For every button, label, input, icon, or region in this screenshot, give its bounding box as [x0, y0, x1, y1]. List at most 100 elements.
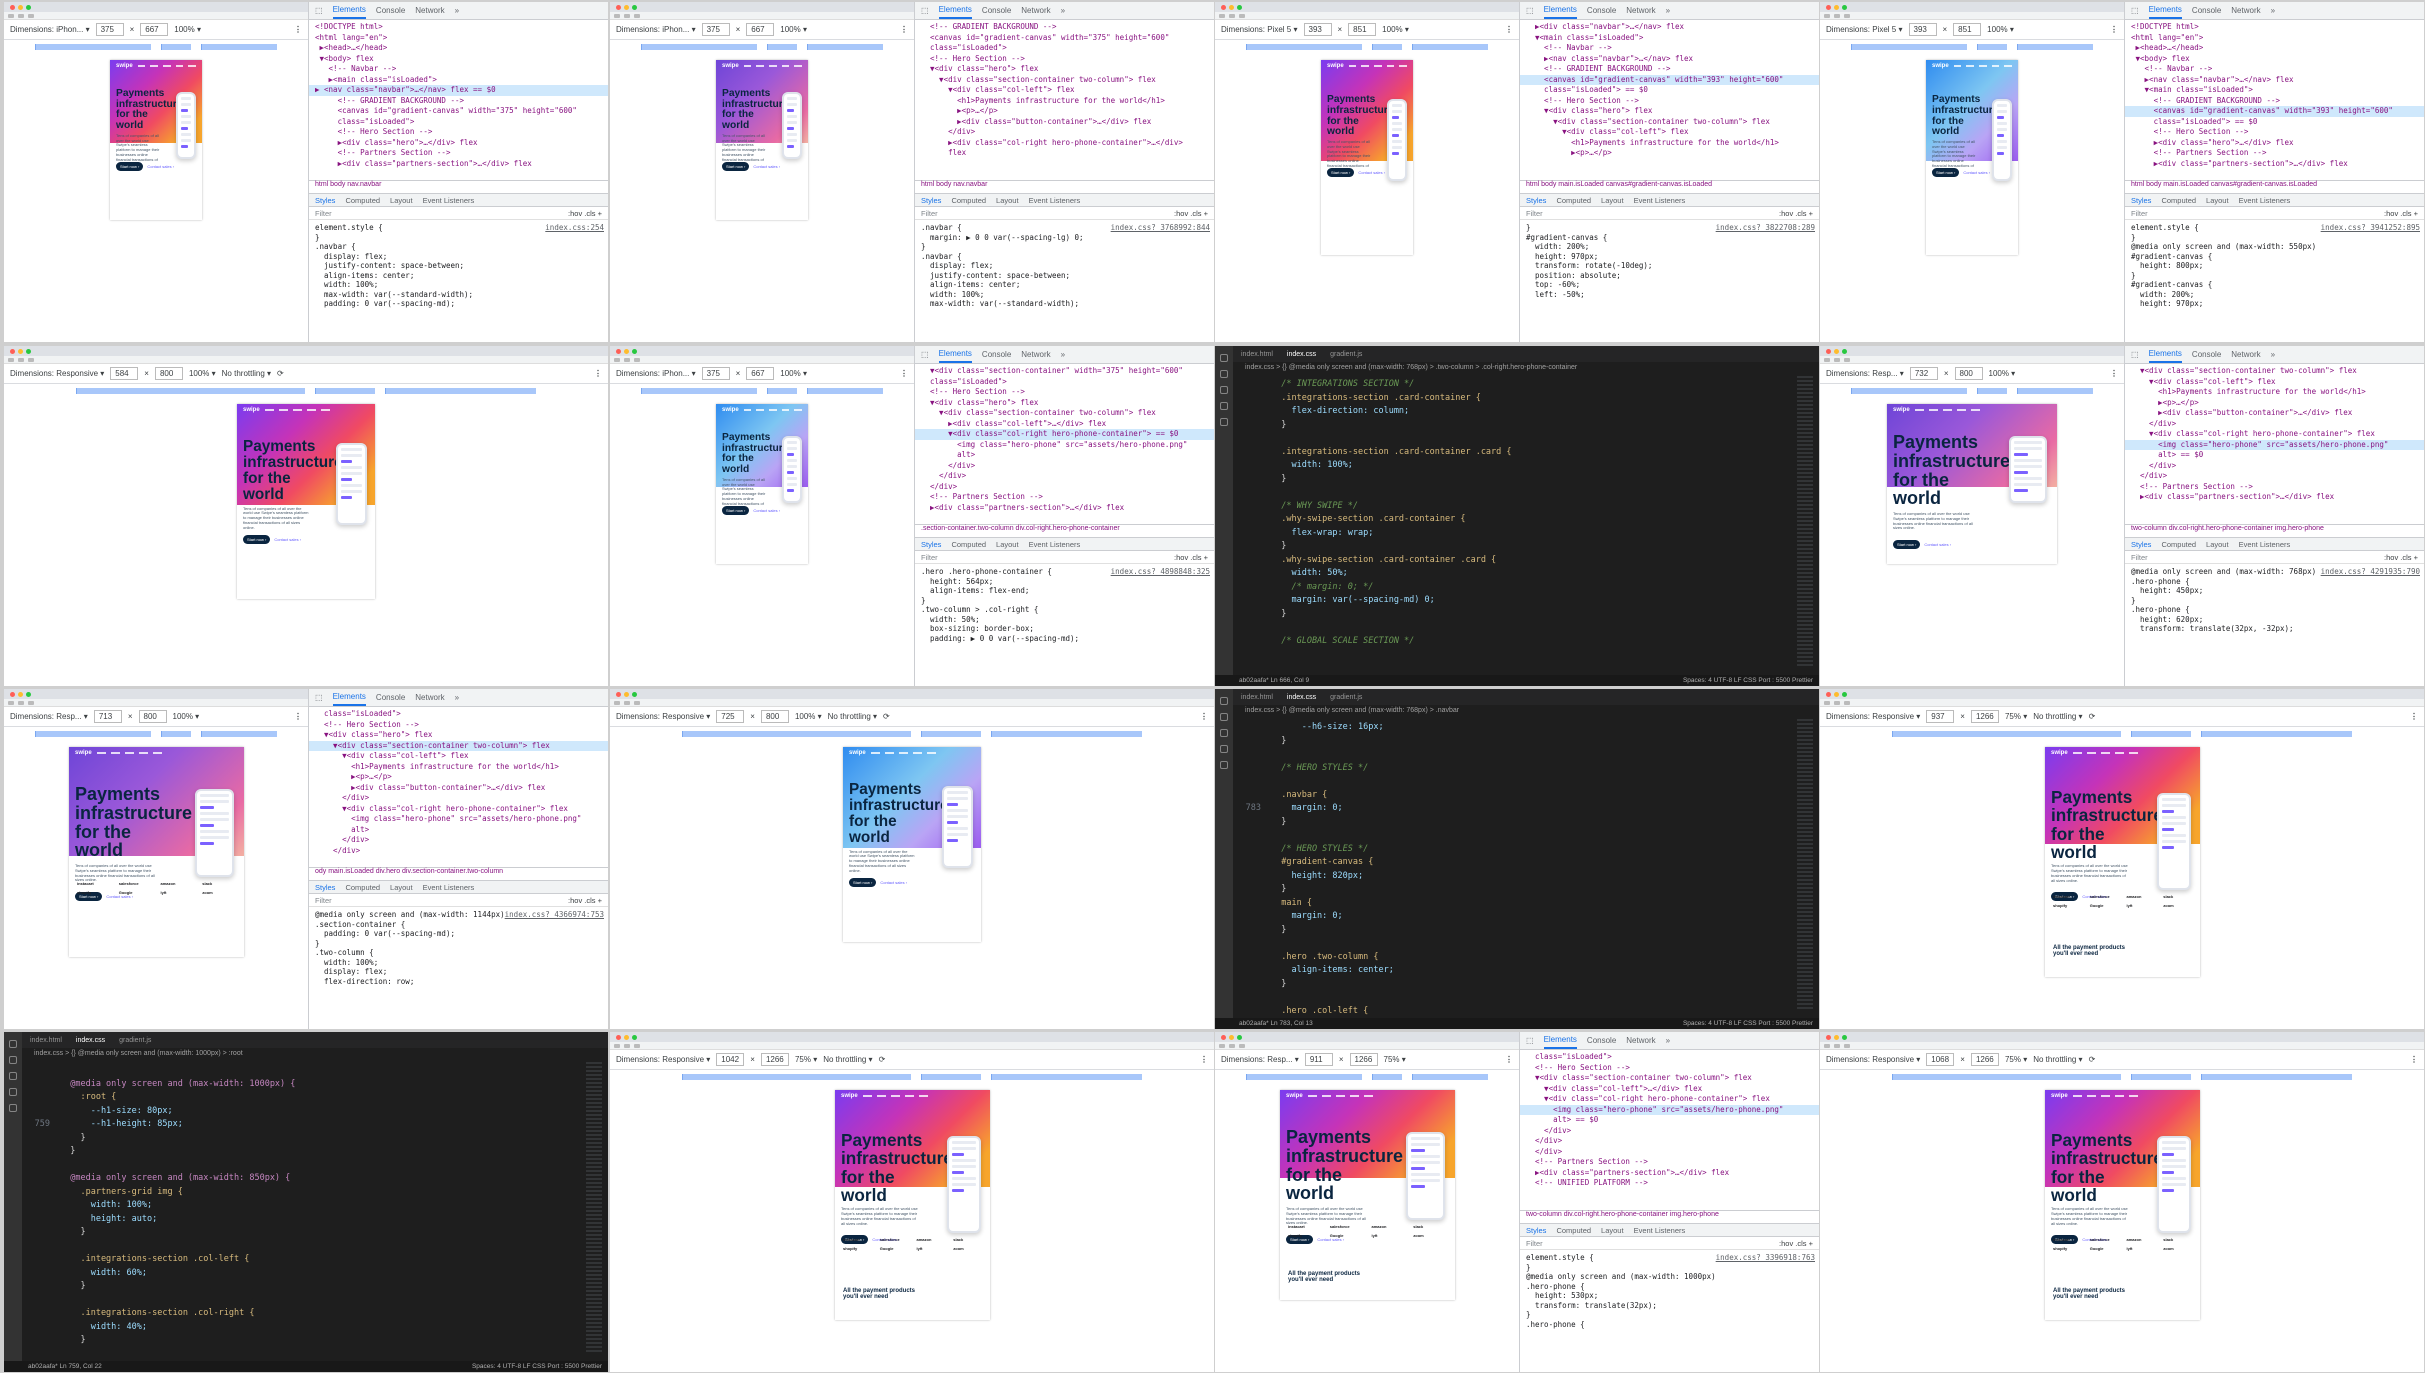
- more-options-icon[interactable]: ⋮: [594, 369, 602, 378]
- forward-icon[interactable]: [18, 700, 24, 705]
- tab-network[interactable]: Network: [415, 693, 444, 702]
- minimap[interactable]: [1797, 376, 1813, 666]
- nav-link[interactable]: [264, 409, 274, 411]
- media-query-ruler[interactable]: [610, 727, 1214, 741]
- dom-node[interactable]: ▼<body> flex: [2131, 54, 2190, 63]
- forward-icon[interactable]: [624, 13, 630, 18]
- nav-link[interactable]: [137, 65, 146, 67]
- inspect-icon[interactable]: ⬚: [1526, 1036, 1534, 1045]
- device-select[interactable]: Dimensions: Resp... ▾: [1221, 1055, 1299, 1064]
- dom-node[interactable]: class="isLoaded">: [315, 709, 401, 718]
- dom-node[interactable]: ▼<div class="section-container two-colum…: [1526, 117, 1770, 126]
- tab-elements[interactable]: Elements: [938, 2, 972, 19]
- dom-node[interactable]: ▶<div class="button-container">…</div> f…: [315, 783, 545, 792]
- contact-sales-link[interactable]: Contact sales ›: [1924, 542, 1951, 547]
- dom-node[interactable]: <!-- Partners Section -->: [315, 148, 451, 157]
- media-query-ruler[interactable]: [610, 1070, 1214, 1084]
- dom-node[interactable]: </div>: [921, 461, 975, 470]
- dom-node[interactable]: </div>: [921, 127, 975, 136]
- height-input[interactable]: 800: [760, 710, 789, 723]
- dom-node[interactable]: <!-- Hero Section -->: [1526, 96, 1639, 105]
- back-icon[interactable]: [614, 357, 620, 362]
- dom-node[interactable]: ▶<div class="partners-section">…</div> f…: [921, 503, 1124, 512]
- device-select[interactable]: Dimensions: Resp... ▾: [10, 712, 88, 721]
- nav-link[interactable]: [2072, 752, 2082, 754]
- dom-node[interactable]: <!-- GRADIENT BACKGROUND -->: [1526, 64, 1670, 73]
- media-query-bar[interactable]: [806, 388, 883, 394]
- filter-input[interactable]: Filter: [315, 209, 332, 218]
- forward-icon[interactable]: [1229, 1043, 1235, 1048]
- nav-link[interactable]: [2128, 752, 2138, 754]
- nav-link[interactable]: [769, 65, 777, 67]
- maximize-dot-icon[interactable]: [632, 4, 637, 10]
- styles-tab-event-listeners[interactable]: Event Listeners: [1634, 196, 1686, 205]
- editor-breadcrumb[interactable]: index.css > {} @media only screen and (m…: [4, 1048, 608, 1060]
- height-input[interactable]: 851: [1953, 23, 1982, 36]
- device-viewport[interactable]: swipe Payments infrastructure for the wor…: [1926, 60, 2018, 255]
- inspect-icon[interactable]: ⬚: [2131, 6, 2139, 15]
- dom-node[interactable]: <!-- Navbar -->: [315, 64, 397, 73]
- git-branch[interactable]: ab02aafa* Ln 666, Col 9: [1239, 677, 1309, 684]
- start-now-button[interactable]: Start now ›: [849, 877, 877, 887]
- media-query-bar[interactable]: [2201, 731, 2353, 737]
- minimize-dot-icon[interactable]: [1229, 1034, 1234, 1040]
- media-query-bar[interactable]: [1976, 44, 2007, 50]
- zoom-select[interactable]: 75% ▾: [2005, 712, 2027, 721]
- forward-icon[interactable]: [1834, 13, 1840, 18]
- css-source-link[interactable]: index.css:254: [545, 223, 604, 233]
- site-logo[interactable]: swipe: [75, 750, 92, 756]
- dom-node[interactable]: ▶<div class="partners-section">…</div> f…: [2131, 159, 2348, 168]
- media-query-ruler[interactable]: [1820, 384, 2124, 398]
- styles-tab-event-listeners[interactable]: Event Listeners: [2239, 540, 2291, 549]
- nav-link[interactable]: [743, 409, 752, 411]
- address-bar[interactable]: [1820, 1042, 2424, 1050]
- back-icon[interactable]: [1824, 357, 1830, 362]
- dom-node[interactable]: ▼<main class="isLoaded">: [2131, 85, 2253, 94]
- device-viewport[interactable]: swipe Payments infrastructure for the wor…: [69, 747, 244, 957]
- tab-network[interactable]: Network: [1626, 1036, 1655, 1045]
- dom-node[interactable]: ▼<div class="section-container" width="3…: [921, 366, 1183, 375]
- styles-tab-styles[interactable]: Styles: [921, 540, 941, 549]
- styles-tab-layout[interactable]: Layout: [996, 540, 1019, 549]
- code-view[interactable]: @media only screen and (max-width: 1000p…: [30, 1064, 578, 1348]
- dom-node[interactable]: ▶<p>…</p>: [315, 772, 392, 781]
- minimize-dot-icon[interactable]: [1834, 1034, 1839, 1040]
- device-viewport[interactable]: swipe Payments infrastructure for the wor…: [237, 404, 375, 599]
- styles-filter[interactable]: Filter:hov .cls +: [1520, 1237, 1819, 1250]
- reload-icon[interactable]: [634, 357, 640, 362]
- close-dot-icon[interactable]: [1826, 348, 1831, 354]
- nav-link[interactable]: [2086, 752, 2096, 754]
- address-bar[interactable]: [4, 356, 608, 364]
- nav-link[interactable]: [110, 752, 120, 754]
- styles-tab-layout[interactable]: Layout: [996, 196, 1019, 205]
- nav-link[interactable]: [870, 752, 880, 754]
- nav-link[interactable]: [1361, 65, 1369, 67]
- styles-tab-styles[interactable]: Styles: [2131, 540, 2151, 549]
- nav-link[interactable]: [124, 752, 134, 754]
- contact-sales-link[interactable]: Contact sales ›: [753, 164, 780, 169]
- dom-node[interactable]: <!DOCTYPE html>: [2131, 22, 2199, 31]
- site-logo[interactable]: swipe: [849, 750, 866, 756]
- more-options-icon[interactable]: ⋮: [1200, 712, 1208, 721]
- styles-filter[interactable]: Filter:hov .cls +: [915, 207, 1214, 220]
- minimap[interactable]: [1797, 719, 1813, 1009]
- editor-tab-gradient-js[interactable]: gradient.js: [1330, 694, 1362, 701]
- height-input[interactable]: 851: [1348, 23, 1377, 36]
- media-query-bar[interactable]: [2016, 44, 2093, 50]
- more-tabs-icon[interactable]: »: [455, 6, 459, 15]
- dom-node[interactable]: <canvas id="gradient-canvas" width="375"…: [315, 106, 577, 115]
- zoom-select[interactable]: 100% ▾: [173, 712, 200, 721]
- filter-input[interactable]: Filter: [921, 209, 938, 218]
- minimize-dot-icon[interactable]: [1834, 348, 1839, 354]
- width-input[interactable]: 713: [93, 710, 122, 723]
- elements-tree[interactable]: class="isLoaded"> <!-- Hero Section --> …: [309, 707, 608, 867]
- filter-input[interactable]: Filter: [315, 896, 332, 905]
- nav-link[interactable]: [1363, 1095, 1373, 1097]
- inspect-icon[interactable]: ⬚: [315, 693, 323, 702]
- nav-link[interactable]: [926, 752, 936, 754]
- elements-tree[interactable]: class="isLoaded"> <!-- Hero Section --> …: [1520, 1050, 1819, 1210]
- nav-link[interactable]: [1942, 409, 1952, 411]
- media-query-bar[interactable]: [641, 44, 757, 50]
- tab-network[interactable]: Network: [2231, 6, 2260, 15]
- tab-network[interactable]: Network: [1021, 6, 1050, 15]
